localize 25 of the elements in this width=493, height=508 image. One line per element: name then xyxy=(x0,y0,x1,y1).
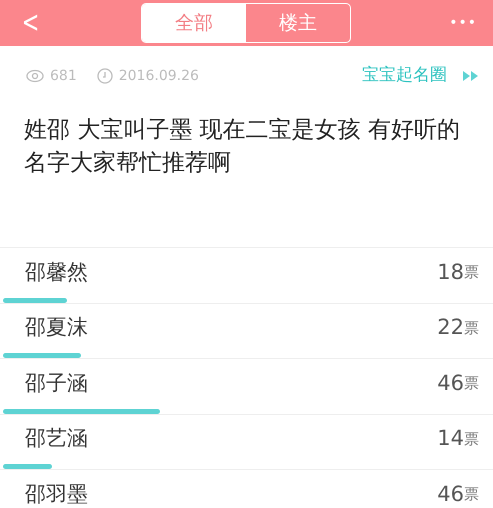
vote-unit: 票 xyxy=(464,428,479,450)
clock-icon xyxy=(96,68,113,84)
vote-count: 18 xyxy=(437,258,464,286)
option-name: 邵艺涵 xyxy=(25,425,88,452)
vote-unit: 票 xyxy=(464,262,479,283)
back-button[interactable]: < xyxy=(22,8,40,38)
vote-count: 22 xyxy=(437,314,464,341)
view-count: 681 xyxy=(50,66,77,86)
tab[interactable]: 全部 xyxy=(142,4,246,42)
option-name: 邵馨然 xyxy=(25,258,88,286)
vote-unit: 票 xyxy=(464,484,479,505)
option-name: 邵羽墨 xyxy=(25,480,88,508)
vote-count: 14 xyxy=(437,425,464,452)
more-button[interactable]: ••• xyxy=(449,12,477,34)
tab[interactable]: 楼主 xyxy=(246,4,350,42)
vote-unit: 票 xyxy=(464,318,479,338)
vote-count: 46 xyxy=(437,370,464,396)
vote-unit: 票 xyxy=(464,373,479,394)
option-name: 邵夏沫 xyxy=(25,314,88,341)
post-date: 2016.09.26 xyxy=(118,66,199,86)
eye-icon xyxy=(26,69,44,83)
vote-count: 46 xyxy=(437,480,464,508)
circle-link[interactable]: 宝宝起名圈 xyxy=(362,63,447,89)
post-title: 姓邵 大宝叫子墨 现在二宝是女孩 有好听的名字大家帮忙推荐啊 xyxy=(0,96,493,248)
option-name: 邵子涵 xyxy=(25,370,88,396)
